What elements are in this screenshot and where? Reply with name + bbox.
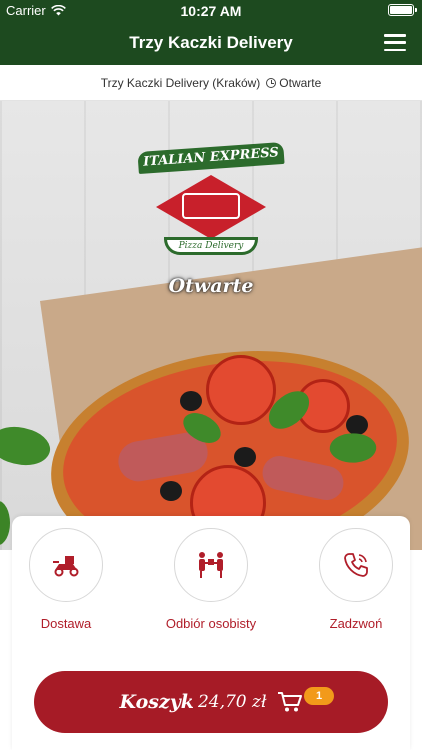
menu-line	[384, 41, 406, 44]
basil-leaf	[0, 417, 55, 475]
olive	[180, 391, 202, 411]
restaurant-logo: ITALIAN EXPRESS Pizza Delivery	[130, 141, 292, 261]
scooter-icon	[53, 556, 79, 577]
cart-icon	[277, 692, 302, 712]
phone-icon	[344, 553, 368, 577]
open-status-script: Otwarte	[168, 275, 254, 297]
nav-bar: Trzy Kaczki Delivery	[0, 20, 422, 65]
menu-line	[384, 48, 406, 51]
delivery-button[interactable]: Dostawa	[6, 528, 126, 631]
pickup-button[interactable]: Odbiór osobisty	[151, 528, 271, 631]
pickup-icon-circle	[174, 528, 248, 602]
restaurant-info-bar: Trzy Kaczki Delivery (Kraków) Otwarte	[0, 65, 422, 101]
olive	[346, 415, 368, 435]
clock-icon	[266, 77, 277, 88]
logo-ribbon: Pizza Delivery	[164, 237, 258, 255]
menu-line	[384, 34, 406, 37]
tomato-slice	[206, 355, 276, 425]
call-icon-circle	[319, 528, 393, 602]
logo-banner: ITALIAN EXPRESS	[137, 141, 285, 175]
hamburger-menu-icon[interactable]	[384, 34, 406, 51]
cart-total: 24,70 zł	[197, 692, 267, 712]
call-label: Zadzwoń	[329, 616, 383, 631]
olive	[234, 447, 256, 467]
delivery-label: Dostawa	[40, 616, 92, 631]
open-status: Otwarte	[266, 76, 321, 90]
restaurant-name: Trzy Kaczki Delivery (Kraków)	[100, 75, 261, 90]
call-button[interactable]: Zadzwoń	[296, 528, 416, 631]
handover-icon	[199, 552, 223, 578]
status-bar: Carrier 10:27 AM	[0, 0, 422, 20]
cart-count-badge: 1	[304, 687, 334, 705]
cart-icon-wrap	[277, 691, 303, 713]
delivery-icon-circle	[29, 528, 103, 602]
cart-label: Koszyk	[119, 691, 194, 713]
pickup-label: Odbiór osobisty	[165, 616, 257, 631]
hero-image: ITALIAN EXPRESS Pizza Delivery Otwarte	[0, 101, 422, 550]
battery-icon	[388, 4, 417, 16]
olive	[160, 481, 182, 501]
train-body	[182, 193, 240, 219]
page-title: Trzy Kaczki Delivery	[129, 33, 293, 52]
open-status-label: Otwarte	[279, 75, 322, 90]
status-time: 10:27 AM	[180, 3, 242, 19]
cart-button[interactable]: Koszyk 24,70 zł 1	[34, 671, 388, 733]
